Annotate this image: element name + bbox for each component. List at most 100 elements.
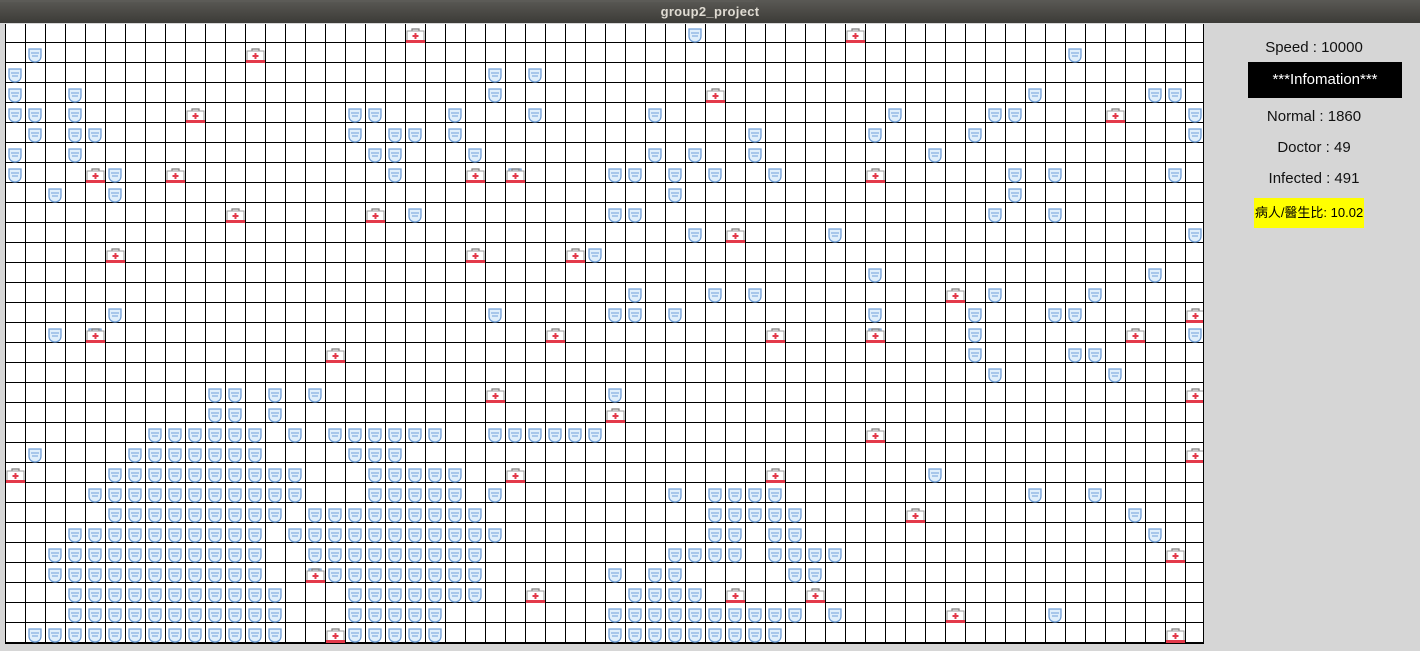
infected-person-icon: [668, 548, 682, 563]
infected-person-icon: [1148, 88, 1162, 103]
infected-person-icon: [208, 588, 222, 603]
doctor-kit-icon: [486, 388, 505, 403]
infected-person-icon: [368, 468, 382, 483]
infected-person-icon: [8, 68, 22, 83]
infected-person-icon: [228, 428, 242, 443]
infected-person-icon: [648, 148, 662, 163]
infected-person-icon: [228, 388, 242, 403]
infected-person-icon: [128, 608, 142, 623]
infected-person-icon: [768, 608, 782, 623]
infected-person-icon: [268, 508, 282, 523]
infected-person-icon: [108, 488, 122, 503]
infected-person-icon: [228, 548, 242, 563]
infected-person-icon: [68, 628, 82, 643]
infected-person-icon: [1048, 608, 1062, 623]
infected-person-icon: [168, 508, 182, 523]
doctor-count: Doctor : 49: [1277, 139, 1351, 156]
infected-person-icon: [508, 428, 522, 443]
infected-person-icon: [628, 608, 642, 623]
infected-person-icon: [208, 528, 222, 543]
infected-person-icon: [388, 628, 402, 643]
infected-person-icon: [68, 548, 82, 563]
doctor-kit-icon: [86, 168, 105, 183]
infected-person-icon: [1168, 88, 1182, 103]
infected-person-icon: [388, 508, 402, 523]
infected-person-icon: [108, 548, 122, 563]
infected-person-icon: [708, 508, 722, 523]
infected-person-icon: [668, 168, 682, 183]
infected-person-icon: [188, 428, 202, 443]
infected-person-icon: [428, 628, 442, 643]
doctor-kit-icon: [406, 28, 425, 43]
doctor-kit-icon: [526, 588, 545, 603]
infected-person-icon: [148, 588, 162, 603]
doctor-kit-icon: [466, 168, 485, 183]
infected-person-icon: [268, 628, 282, 643]
infected-person-icon: [48, 628, 62, 643]
infected-person-icon: [548, 428, 562, 443]
infected-person-icon: [388, 468, 402, 483]
infected-person-icon: [428, 588, 442, 603]
infected-person-icon: [608, 388, 622, 403]
infected-person-icon: [528, 428, 542, 443]
infected-person-icon: [1188, 128, 1202, 143]
infected-person-icon: [128, 628, 142, 643]
infected-person-icon: [668, 188, 682, 203]
doctor-kit-icon: [866, 168, 885, 183]
infected-person-icon: [88, 608, 102, 623]
infected-person-icon: [448, 508, 462, 523]
infected-person-icon: [448, 108, 462, 123]
infected-person-icon: [88, 548, 102, 563]
infected-person-icon: [208, 468, 222, 483]
infected-person-icon: [368, 608, 382, 623]
infected-person-icon: [488, 308, 502, 323]
doctor-kit-icon: [86, 328, 105, 343]
infected-person-icon: [228, 528, 242, 543]
infected-person-icon: [268, 488, 282, 503]
infected-person-icon: [488, 428, 502, 443]
infected-person-icon: [208, 388, 222, 403]
infected-person-icon: [968, 348, 982, 363]
infected-person-icon: [928, 468, 942, 483]
infected-person-icon: [268, 468, 282, 483]
infected-person-icon: [28, 628, 42, 643]
doctor-kit-icon: [506, 468, 525, 483]
infected-person-icon: [448, 128, 462, 143]
infected-person-icon: [68, 588, 82, 603]
infected-person-icon: [348, 428, 362, 443]
infected-person-icon: [988, 108, 1002, 123]
infected-person-icon: [588, 248, 602, 263]
infected-person-icon: [68, 148, 82, 163]
infected-person-icon: [248, 628, 262, 643]
speed-label: Speed : 10000: [1265, 39, 1363, 56]
infected-person-icon: [348, 108, 362, 123]
infected-person-icon: [148, 628, 162, 643]
infected-person-icon: [208, 428, 222, 443]
infected-person-icon: [488, 88, 502, 103]
doctor-kit-icon: [766, 468, 785, 483]
infected-person-icon: [468, 588, 482, 603]
doctor-kit-icon: [166, 168, 185, 183]
infected-person-icon: [128, 468, 142, 483]
infected-person-icon: [168, 548, 182, 563]
infected-person-icon: [168, 608, 182, 623]
infected-person-icon: [8, 148, 22, 163]
window-title: group2_project: [660, 4, 760, 19]
infected-person-icon: [188, 528, 202, 543]
infected-person-icon: [668, 568, 682, 583]
infected-person-icon: [628, 208, 642, 223]
infected-person-icon: [248, 448, 262, 463]
infected-person-icon: [988, 368, 1002, 383]
infected-person-icon: [208, 608, 222, 623]
doctor-kit-icon: [246, 48, 265, 63]
infected-person-icon: [788, 528, 802, 543]
infected-person-icon: [188, 568, 202, 583]
doctor-kit-icon: [766, 328, 785, 343]
infected-person-icon: [448, 468, 462, 483]
infected-person-icon: [828, 228, 842, 243]
infected-person-icon: [228, 448, 242, 463]
window-titlebar[interactable]: group2_project: [0, 0, 1420, 23]
infected-person-icon: [968, 328, 982, 343]
doctor-kit-icon: [866, 428, 885, 443]
infected-person-icon: [728, 508, 742, 523]
